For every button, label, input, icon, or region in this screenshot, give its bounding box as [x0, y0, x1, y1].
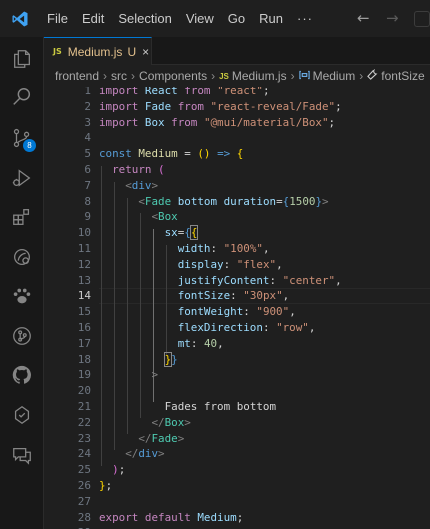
menu-edit[interactable]: Edit — [75, 0, 111, 37]
breadcrumb-item-file[interactable]: Medium.js — [232, 69, 287, 83]
code-line: 22 </Box> — [77, 415, 191, 429]
menu-file[interactable]: File — [40, 0, 75, 37]
code-line: 2 import Fade from "react-reveal/Fade"; — [84, 99, 342, 113]
code-line: 7 <div> — [84, 178, 159, 192]
title-bar: File Edit Selection View Go Run ··· ← → — [0, 0, 430, 37]
code-line: 23 </Fade> — [77, 431, 185, 445]
menu-selection[interactable]: Selection — [111, 0, 178, 37]
menu-go[interactable]: Go — [221, 0, 252, 37]
chevron-right-icon: › — [103, 69, 108, 83]
code-editor[interactable]: 1 import React from "react"; 2 import Fade… — [44, 87, 430, 529]
graph-icon[interactable] — [8, 401, 36, 429]
explorer-icon[interactable] — [8, 45, 36, 73]
code-line: 24 </div> — [77, 447, 165, 461]
paw-icon[interactable] — [8, 282, 36, 310]
code-line-active: 14 fontSize: "30px", — [77, 289, 290, 303]
breadcrumb-item-symbol[interactable]: Medium — [313, 69, 356, 83]
code-line: 6 return ( — [84, 163, 165, 176]
tab-bar: JS Medium.js U × — [44, 37, 430, 65]
code-line: 17 mt: 40, — [77, 336, 224, 350]
code-line: 16 flexDirection: "row", — [77, 321, 316, 334]
comments-icon[interactable] — [8, 441, 36, 469]
code-line: 3 import Box from "@mui/material/Box"; — [84, 115, 336, 129]
code-line: 4 — [84, 131, 91, 145]
menu-run[interactable]: Run — [252, 0, 290, 37]
tab-modified-indicator: U — [127, 44, 137, 59]
chevron-right-icon: › — [131, 69, 136, 83]
breadcrumb-item-src[interactable]: src — [111, 69, 127, 83]
code-line: 1 import React from "react"; — [84, 87, 270, 97]
vscode-logo-icon — [0, 0, 40, 37]
active-line-number: 14 — [77, 289, 91, 303]
remote-explorer-icon[interactable] — [8, 243, 36, 271]
chevron-right-icon: › — [359, 69, 364, 83]
forward-arrow-icon[interactable]: → — [386, 9, 399, 27]
code-line: 15 fontWeight: "900", — [77, 305, 296, 319]
close-icon[interactable]: × — [142, 45, 149, 59]
source-control-badge: 8 — [23, 139, 36, 152]
chevron-right-icon: › — [290, 69, 295, 83]
code-line: 5 const Medium = () => { — [84, 147, 244, 161]
menu-more[interactable]: ··· — [290, 0, 320, 37]
chevron-right-icon: › — [211, 69, 216, 83]
source-control-icon[interactable]: 8 — [8, 124, 36, 152]
tab-medium-js[interactable]: JS Medium.js U × — [44, 37, 152, 65]
code-line: 29 — [44, 525, 430, 529]
breadcrumb-item-components[interactable]: Components — [139, 69, 207, 83]
javascript-file-icon: JS — [219, 71, 229, 81]
extensions-icon[interactable] — [8, 203, 36, 231]
code-line: 20 — [77, 384, 91, 398]
wrench-icon — [367, 68, 378, 83]
tab-filename: Medium.js — [67, 44, 123, 59]
code-line: 18 }} — [77, 351, 178, 367]
code-line: 10 sx={{ — [77, 225, 199, 241]
code-line: 9 <Box — [84, 210, 178, 224]
code-line: 27 — [77, 494, 91, 508]
code-line: 28 export default Medium; — [77, 510, 244, 524]
code-line: 25 ); — [77, 463, 126, 477]
code-line: 8 <Fade bottom duration={1500}> — [84, 194, 329, 208]
code-line: 26}; — [77, 479, 113, 492]
code-line: 11 width: "100%", — [77, 242, 270, 255]
breadcrumb-item-property[interactable]: fontSize — [381, 69, 424, 83]
code-line: 13 justifyContent: "center", — [77, 273, 342, 287]
run-debug-icon[interactable] — [8, 164, 36, 192]
javascript-file-icon: JS — [53, 47, 62, 56]
breadcrumb: frontend › src › Components › JS Medium.… — [44, 65, 430, 87]
gitlens-icon[interactable] — [8, 322, 36, 350]
breadcrumb-item-frontend[interactable]: frontend — [55, 69, 99, 83]
menu-view[interactable]: View — [179, 0, 221, 37]
command-center-edge[interactable] — [414, 11, 430, 27]
code-line: 12 display: "flex", — [77, 257, 283, 271]
back-arrow-icon[interactable]: ← — [357, 9, 370, 27]
code-line: 21 Fades from bottom — [77, 400, 277, 413]
code-line: 19 > — [77, 368, 159, 382]
activity-bar: 8 — [0, 37, 44, 529]
symbol-variable-icon — [298, 69, 310, 83]
search-icon[interactable] — [8, 83, 36, 111]
github-icon[interactable] — [8, 361, 36, 389]
